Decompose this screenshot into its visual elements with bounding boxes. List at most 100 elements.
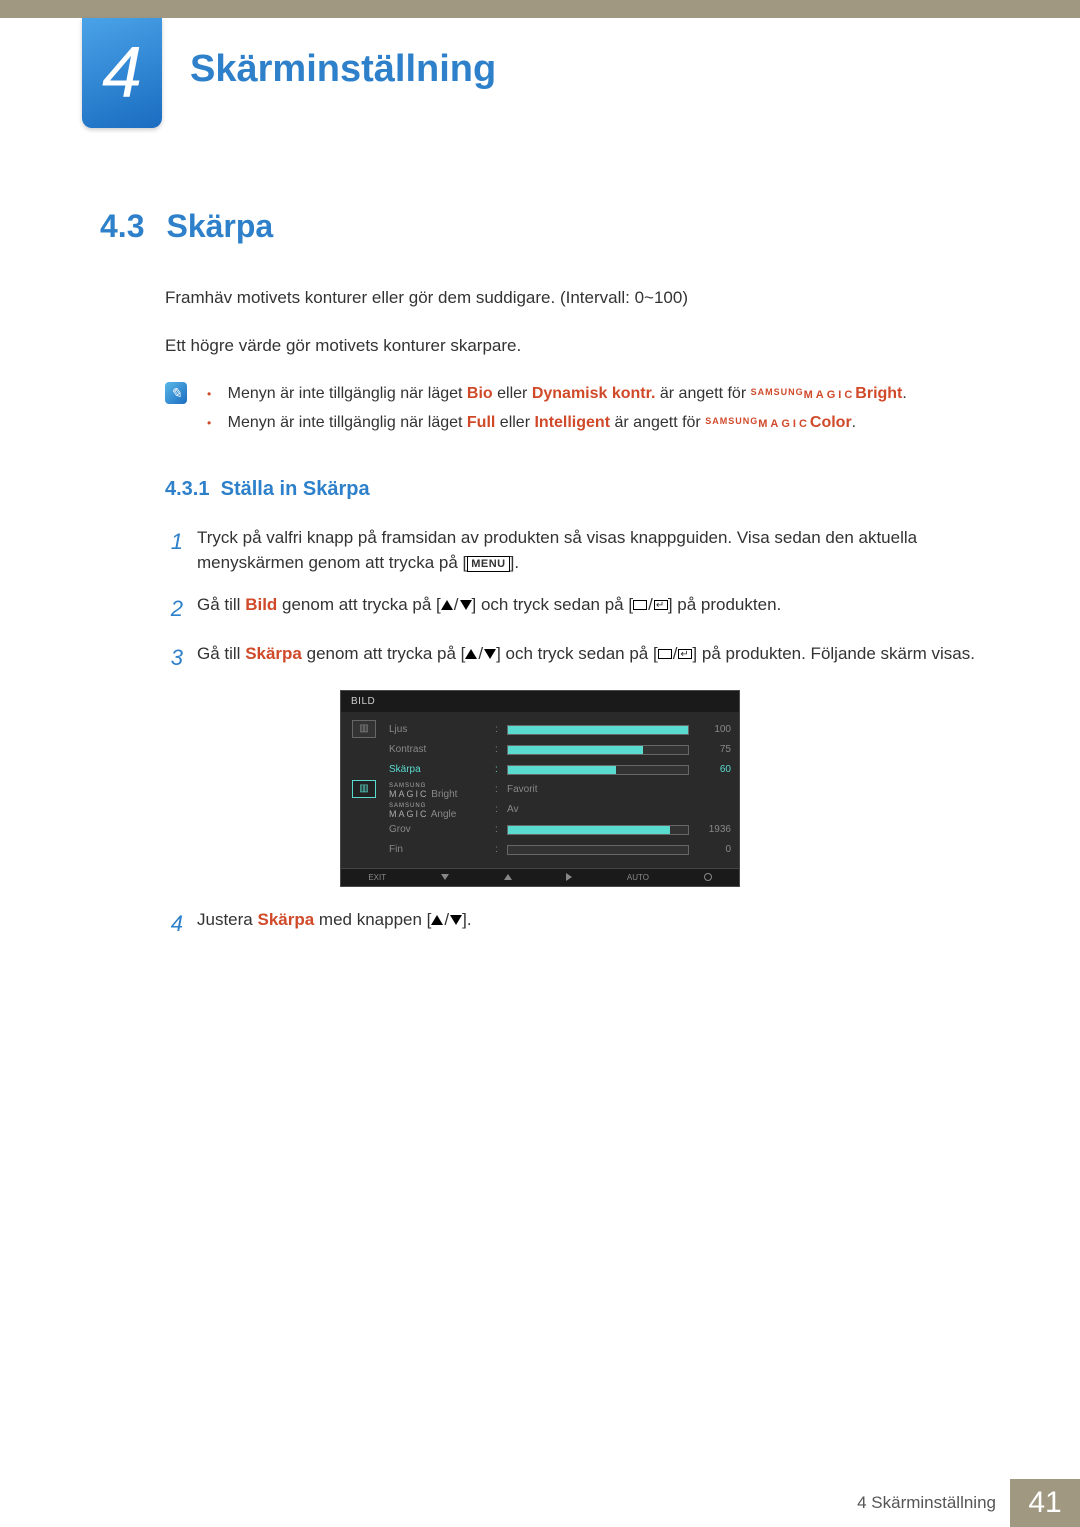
step4-pre: Justera	[197, 910, 257, 929]
section-number: 4.3	[100, 208, 144, 245]
up-down-icon: /	[431, 907, 462, 933]
section-heading: 4.3 Skärpa	[100, 208, 980, 245]
note1-kw1: Bio	[467, 385, 493, 402]
subsection-title: Ställa in Skärpa	[221, 478, 370, 500]
step2-post1: ] och tryck sedan på [	[472, 595, 634, 614]
note-list: Menyn är inte tillgänglig när läget Bio …	[207, 380, 907, 438]
osd-label: SAMSUNGMAGIC Angle	[389, 800, 489, 818]
triangle-up-icon	[431, 915, 443, 925]
top-color-bar	[0, 0, 1080, 18]
step1-pre: Tryck på valfri knapp på framsidan av pr…	[197, 528, 917, 573]
note2-kw1: Full	[467, 414, 495, 431]
enter-icon: /	[658, 641, 693, 667]
menu-button-label: MENU	[467, 556, 509, 572]
osd-value: 100	[695, 724, 731, 735]
note-item-1: Menyn är inte tillgänglig när läget Bio …	[207, 380, 907, 409]
note2-mid: eller	[495, 414, 534, 431]
osd-sidebar: ▥ ▥	[349, 720, 379, 860]
osd-value: 1936	[695, 824, 731, 835]
chapter-title: Skärminställning	[190, 48, 496, 91]
step3-post1: ] och tryck sedan på [	[496, 644, 658, 663]
osd-value: 60	[695, 764, 731, 775]
osd-side-icon: ▥	[352, 720, 376, 738]
osd-rows: Ljus : 100 Kontrast : 75 Skärpa : 60	[389, 720, 731, 860]
note1-suffix: Bright	[855, 385, 902, 402]
note2-suffix: Color	[810, 414, 852, 431]
intro-text-1: Framhäv motivets konturer eller gör dem …	[165, 285, 980, 311]
up-down-icon: /	[441, 592, 472, 618]
note-icon: ✎	[165, 382, 187, 404]
osd-screenshot: BILD ▥ ▥ Ljus : 100 Kontrast : 75	[340, 690, 740, 887]
step1-end: ].	[510, 553, 519, 572]
step-1-number: 1	[165, 525, 183, 576]
osd-up-icon	[504, 874, 512, 880]
note-item-2: Menyn är inte tillgänglig när läget Full…	[207, 409, 907, 438]
osd-row-ljus: Ljus : 100	[389, 720, 731, 740]
step-4: 4 Justera Skärpa med knappen [/].	[165, 907, 980, 940]
osd-label: Fin	[389, 844, 489, 855]
osd-row-kontrast: Kontrast : 75	[389, 740, 731, 760]
osd-right-icon	[566, 873, 572, 881]
chapter-number-badge: 4	[82, 18, 162, 128]
steps-list: 1 Tryck på valfri knapp på framsidan av …	[165, 525, 980, 674]
note2-end: .	[852, 414, 856, 431]
osd-power-icon	[704, 873, 712, 881]
osd-value: Favorit	[507, 784, 731, 795]
intro-text-2: Ett högre värde gör motivets konturer sk…	[165, 333, 980, 359]
step-1: 1 Tryck på valfri knapp på framsidan av …	[165, 525, 980, 576]
osd-side-icon-active: ▥	[352, 780, 376, 798]
osd-title: BILD	[341, 691, 739, 712]
step3-kw: Skärpa	[245, 644, 302, 663]
note2-post: är angett för	[610, 414, 705, 431]
note2-kw2: Intelligent	[534, 414, 610, 431]
return-icon	[678, 649, 692, 659]
return-icon	[654, 600, 668, 610]
step-3: 3 Gå till Skärpa genom att trycka på [/]…	[165, 641, 980, 674]
section-title: Skärpa	[166, 208, 273, 245]
osd-row-magic-angle: SAMSUNGMAGIC Angle : Av	[389, 800, 731, 820]
step-2-number: 2	[165, 592, 183, 625]
note-block: ✎ Menyn är inte tillgänglig när läget Bi…	[165, 380, 980, 438]
step3-mid: genom att trycka på [	[302, 644, 465, 663]
note2-samsung: SAMSUNG	[705, 416, 758, 426]
step4-end: ].	[462, 910, 471, 929]
subsection-heading: 4.3.1 Ställa in Skärpa	[165, 478, 980, 501]
osd-row-fin: Fin : 0	[389, 840, 731, 860]
triangle-up-icon	[441, 600, 453, 610]
subsection-number: 4.3.1	[165, 478, 209, 500]
step2-pre: Gå till	[197, 595, 245, 614]
step2-mid: genom att trycka på [	[277, 595, 440, 614]
osd-body: ▥ ▥ Ljus : 100 Kontrast : 75 Skä	[341, 712, 739, 868]
note1-pre: Menyn är inte tillgänglig när läget	[228, 385, 467, 402]
steps-list-cont: 4 Justera Skärpa med knappen [/].	[165, 907, 980, 940]
note1-samsung: SAMSUNG	[751, 387, 804, 397]
rect-icon	[658, 649, 672, 659]
note1-mid: eller	[493, 385, 532, 402]
enter-icon: /	[633, 592, 668, 618]
rect-icon	[633, 600, 647, 610]
up-down-icon: /	[465, 641, 496, 667]
triangle-down-icon	[484, 649, 496, 659]
osd-exit: EXIT	[368, 873, 386, 882]
osd-value: 75	[695, 744, 731, 755]
main-content: 4.3 Skärpa Framhäv motivets konturer ell…	[0, 128, 1080, 940]
footer-page-number: 41	[1010, 1479, 1080, 1527]
osd-auto: AUTO	[627, 873, 649, 882]
step3-post2: ] på produkten. Följande skärm visas.	[692, 644, 975, 663]
step-1-text: Tryck på valfri knapp på framsidan av pr…	[197, 525, 980, 576]
step-4-text: Justera Skärpa med knappen [/].	[197, 907, 980, 940]
note1-magic: MAGIC	[804, 389, 856, 401]
step-3-number: 3	[165, 641, 183, 674]
osd-label: SAMSUNGMAGIC Bright	[389, 780, 489, 798]
osd-label: Kontrast	[389, 744, 489, 755]
triangle-down-icon	[450, 915, 462, 925]
osd-row-grov: Grov : 1936	[389, 820, 731, 840]
note1-kw2: Dynamisk kontr.	[532, 385, 656, 402]
step-2-text: Gå till Bild genom att trycka på [/] och…	[197, 592, 980, 625]
step2-kw: Bild	[245, 595, 277, 614]
step2-post2: ] på produkten.	[668, 595, 781, 614]
step3-pre: Gå till	[197, 644, 245, 663]
step4-kw: Skärpa	[257, 910, 314, 929]
osd-value: 0	[695, 844, 731, 855]
triangle-down-icon	[460, 600, 472, 610]
